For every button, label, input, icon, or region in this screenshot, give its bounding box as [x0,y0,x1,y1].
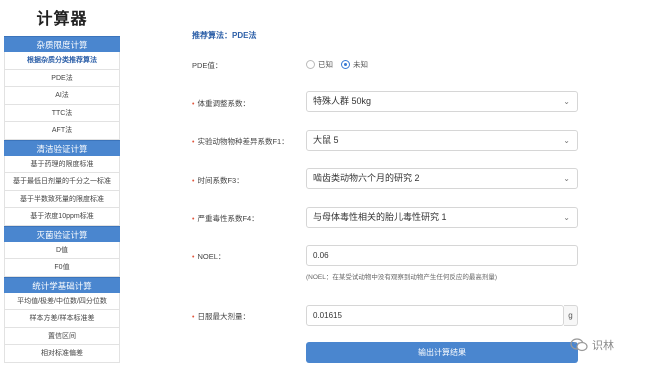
wechat-icon [570,338,588,352]
weight-factor-value: 特殊人群 50kg [313,96,372,106]
app-title: 计算器 [36,11,88,28]
calculate-button[interactable]: 输出计算结果 [306,342,578,363]
pde-option-known[interactable]: 已知 [306,59,333,70]
required-marker: • [192,178,195,185]
watermark: 识林 [570,337,614,353]
algo-title: 推荐算法：PDE法 [192,31,257,40]
daily-dose-label: • 日服最大剂量： [192,312,250,321]
sidebar-item[interactable]: 样本方差/样本标准差 [4,310,120,328]
pde-option-known-label: 已知 [318,60,333,69]
radio-unknown[interactable] [341,60,350,69]
sidebar-item[interactable]: AFT法 [4,122,120,140]
sidebar-item[interactable]: 基于药理的限度标准 [4,155,120,173]
weight-factor-select[interactable]: 特殊人群 50kg ⌄ [306,91,578,112]
sidebar-section-header[interactable]: 清洁验证计算 [4,139,120,156]
sidebar-item[interactable]: 相对标准偏差 [4,345,120,363]
noel-label: • NOEL： [192,252,226,261]
chevron-down-icon: ⌄ [563,174,570,183]
species-factor-select[interactable]: 大鼠 5 ⌄ [306,130,578,151]
chevron-down-icon: ⌄ [563,213,570,222]
daily-dose-unit: g [564,305,578,326]
pde-radio-group: 已知 未知 [306,59,376,70]
required-marker: • [192,139,195,146]
toxicity-factor-value: 与母体毒性相关的胎儿毒性研究 1 [313,212,447,222]
watermark-text: 识林 [592,340,614,352]
sidebar-item[interactable]: 基于半数致死量的限度标准 [4,190,120,208]
required-marker: • [192,216,195,223]
sidebar-item[interactable]: F0值 [4,259,120,277]
main-panel: 推荐算法：PDE法 PDE值： 已知 未知 • 体重调整系数： 特殊人群 50kg… [190,0,590,376]
time-factor-label: • 时间系数F3： [192,176,244,185]
radio-known[interactable] [306,60,315,69]
species-factor-label: • 实验动物物种差异系数F1： [192,137,289,146]
sidebar-nav: 杂质限度计算 根据杂质分类推荐算法 PDE法 AI法 TTC法 AFT法 清洁验证计算 基于药… [4,36,120,363]
daily-dose-input[interactable]: 0.01615 [306,305,564,326]
sidebar-item[interactable]: TTC法 [4,104,120,122]
chevron-down-icon: ⌄ [563,136,570,145]
sidebar-section-header[interactable]: 杂质限度计算 [4,36,120,52]
required-marker: • [192,254,195,261]
sidebar-item[interactable]: 基于浓度10ppm标准 [4,208,120,226]
sidebar: 计算器 杂质限度计算 根据杂质分类推荐算法 PDE法 AI法 TTC法 AFT法 清洁验证计… [4,4,120,376]
pde-label: PDE值： [192,61,223,70]
toxicity-factor-select[interactable]: 与母体毒性相关的胎儿毒性研究 1 ⌄ [306,207,578,228]
noel-input[interactable]: 0.06 [306,245,578,266]
required-marker: • [192,101,195,108]
time-factor-value: 啮齿类动物六个月的研究 2 [313,173,420,183]
sidebar-item[interactable]: 根据杂质分类推荐算法 [4,52,120,70]
sidebar-section-header[interactable]: 统计学基础计算 [4,276,120,293]
sidebar-item[interactable]: D值 [4,241,120,259]
sidebar-item[interactable]: 置信区间 [4,327,120,345]
sidebar-item[interactable]: PDE法 [4,69,120,87]
sidebar-item[interactable]: AI法 [4,87,120,105]
required-marker: • [192,314,195,321]
chevron-down-icon: ⌄ [563,97,570,106]
pde-option-unknown-label: 未知 [353,60,368,69]
toxicity-factor-label: • 严重毒性系数F4： [192,214,259,223]
species-factor-value: 大鼠 5 [313,135,339,145]
sidebar-section-header[interactable]: 灭菌验证计算 [4,225,120,242]
pde-option-unknown[interactable]: 未知 [341,59,368,70]
noel-note: (NOEL：在某受试动物中没有观察到动物产生任何反应的最高剂量) [306,274,498,281]
weight-factor-label: • 体重调整系数： [192,99,250,108]
time-factor-select[interactable]: 啮齿类动物六个月的研究 2 ⌄ [306,168,578,189]
sidebar-item[interactable]: 平均值/极差/中位数/四分位数 [4,292,120,310]
sidebar-item[interactable]: 基于最低日剂量的千分之一标准 [4,173,120,191]
